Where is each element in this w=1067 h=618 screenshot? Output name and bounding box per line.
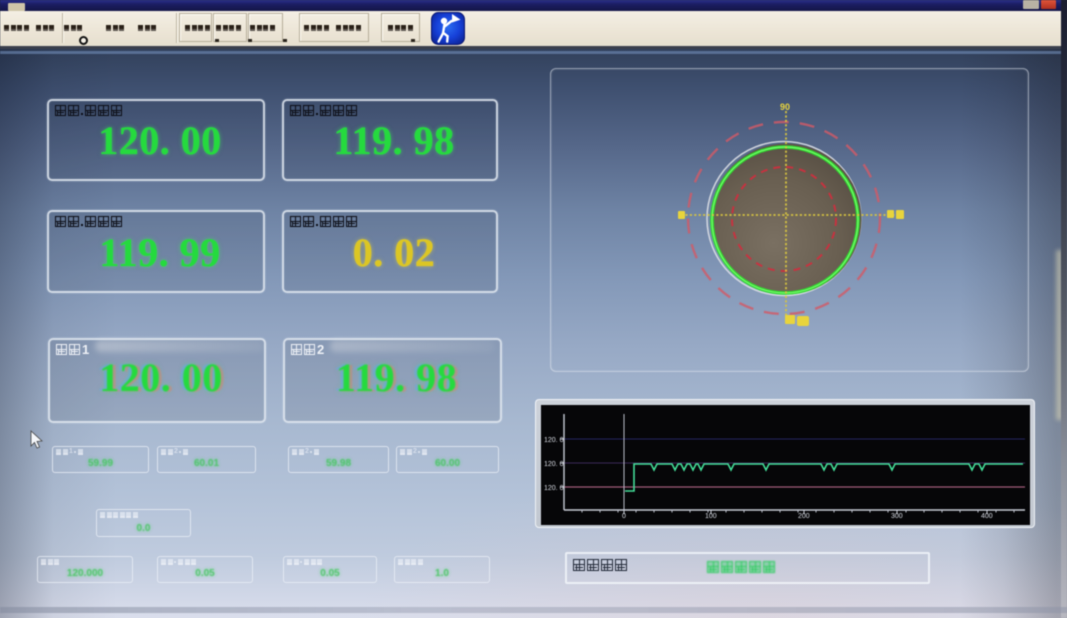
svg-text:0: 0 — [622, 513, 626, 520]
svg-text:120. 0: 120. 0 — [544, 485, 564, 492]
svg-text:120. 0: 120. 0 — [544, 437, 564, 444]
svg-text:400: 400 — [981, 513, 993, 520]
svg-text:200: 200 — [798, 513, 810, 520]
svg-text:100: 100 — [705, 513, 717, 520]
svg-text:300: 300 — [891, 513, 903, 520]
svg-text:120. 0: 120. 0 — [544, 461, 564, 468]
svg-text:90: 90 — [780, 102, 790, 112]
